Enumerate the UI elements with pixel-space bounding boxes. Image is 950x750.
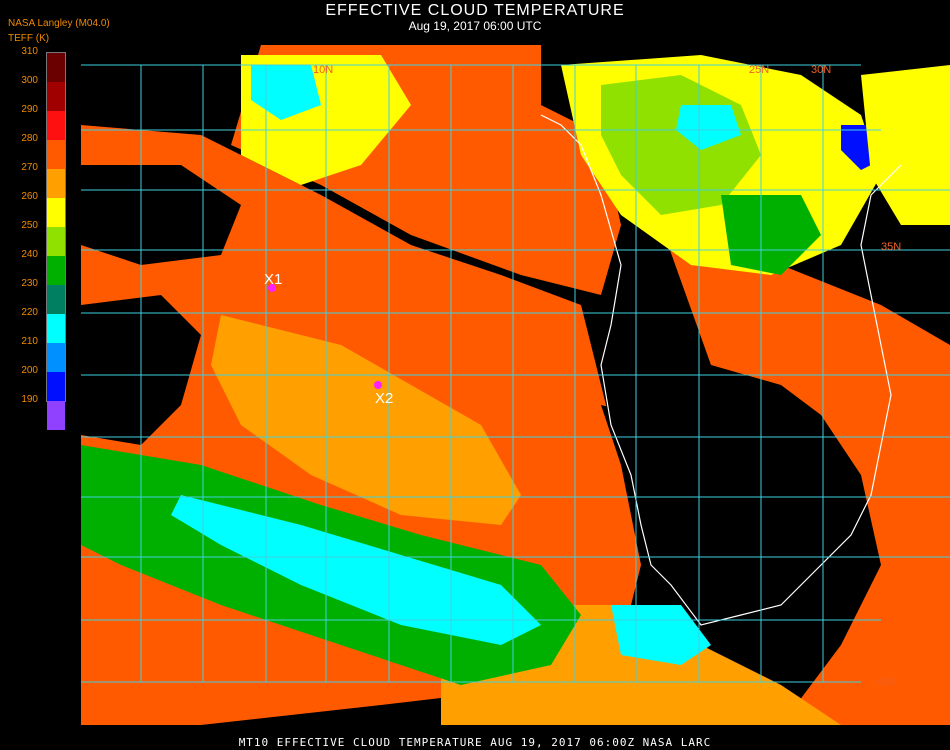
legend-swatch (47, 53, 65, 82)
legend-swatch (47, 169, 65, 198)
legend-tick: 290 (21, 104, 38, 115)
legend-tick: 250 (21, 220, 38, 231)
legend-swatch (47, 314, 65, 343)
legend-swatch (47, 111, 65, 140)
legend-tick: 260 (21, 191, 38, 202)
grid-label: 25N (749, 64, 769, 76)
legend-tick: 210 (21, 336, 38, 347)
legend-tick: 310 (21, 46, 38, 57)
map-timestamp: Aug 19, 2017 06:00 UTC (408, 19, 542, 33)
legend-swatch (47, 198, 65, 227)
legend-swatch (47, 227, 65, 256)
grid-label: 10N (313, 64, 333, 76)
legend-swatch (47, 140, 65, 169)
legend-swatch (47, 82, 65, 111)
legend-tick: 240 (21, 249, 38, 260)
legend-ticks: 310 300 290 280 270 260 250 240 230 220 … (0, 44, 44, 405)
brand-label: NASA Langley (M04.0) (8, 18, 110, 29)
legend-swatch (47, 372, 65, 401)
map-title: EFFECTIVE CLOUD TEMPERATURE (325, 2, 625, 19)
legend-tick: 230 (21, 278, 38, 289)
marker-label-x1: X1 (264, 271, 282, 288)
legend-swatch (47, 401, 65, 430)
marker-label-x2: X2 (375, 390, 393, 407)
legend-tick: 220 (21, 307, 38, 318)
legend-swatch (47, 285, 65, 314)
legend-swatch (47, 256, 65, 285)
legend-tick: 280 (21, 133, 38, 144)
satellite-map[interactable]: 10N 25N 30N 35N 40S X1 X2 (81, 45, 950, 725)
legend-tick: 200 (21, 365, 38, 376)
marker-point[interactable] (374, 381, 382, 389)
legend-units: TEFF (K) (8, 33, 50, 44)
footer-caption: MT10 EFFECTIVE CLOUD TEMPERATURE AUG 19,… (238, 736, 712, 749)
legend-tick: 190 (21, 394, 38, 405)
map-canvas: 10N 25N 30N 35N 40S X1 X2 (81, 45, 950, 725)
legend-tick: 270 (21, 162, 38, 173)
legend-swatch (47, 343, 65, 372)
color-scale-legend (46, 52, 66, 430)
grid-label: 30N (811, 64, 831, 76)
grid-label: 40S (877, 676, 897, 688)
legend-tick: 300 (21, 75, 38, 86)
grid-label: 35N (881, 241, 901, 253)
